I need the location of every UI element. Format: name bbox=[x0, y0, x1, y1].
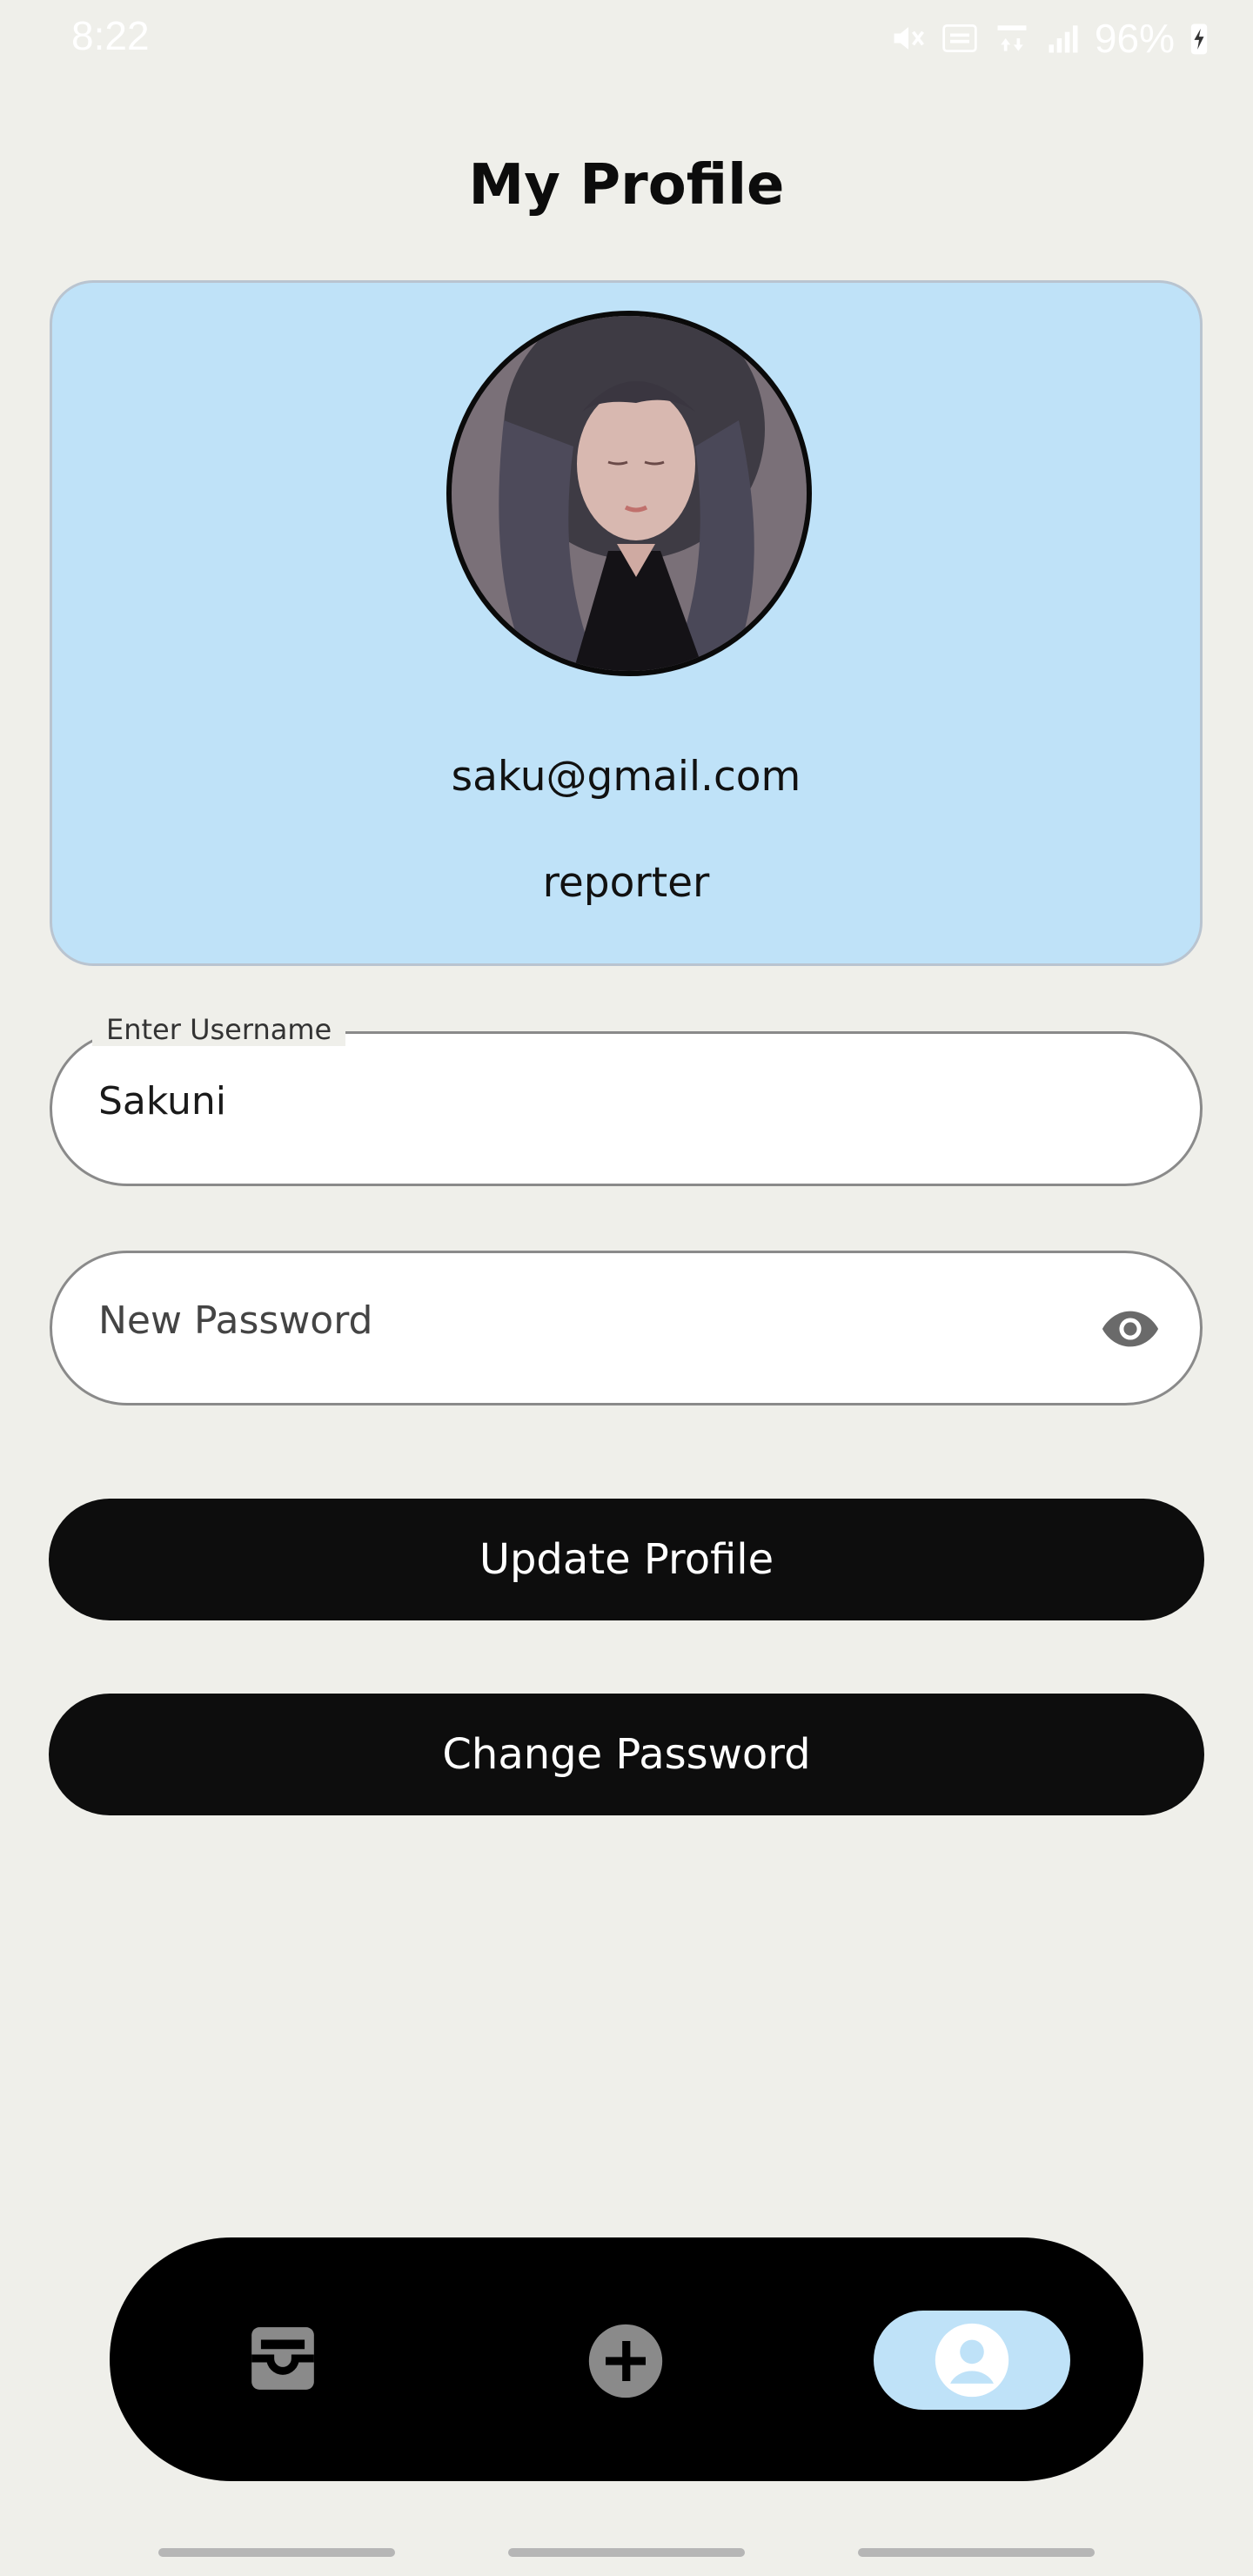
add-circle-icon[interactable] bbox=[586, 2321, 666, 2401]
page-title: My Profile bbox=[468, 153, 785, 218]
gesture-bar-left bbox=[158, 2548, 395, 2557]
battery-percent: 96% bbox=[1094, 16, 1175, 61]
username-value[interactable]: Sakuni bbox=[98, 1079, 226, 1124]
eye-icon[interactable] bbox=[1096, 1298, 1165, 1359]
nav-profile-tab[interactable] bbox=[874, 2311, 1070, 2410]
inbox-icon[interactable] bbox=[245, 2321, 320, 2396]
username-label: Enter Username bbox=[92, 1013, 346, 1046]
status-bar: 8:22 96% bbox=[0, 0, 1253, 77]
update-profile-button[interactable]: Update Profile bbox=[49, 1499, 1204, 1620]
username-field[interactable]: Enter Username Sakuni bbox=[50, 1013, 1203, 1186]
avatar[interactable] bbox=[446, 311, 812, 676]
avatar-image bbox=[452, 316, 807, 671]
password-field[interactable]: New Password bbox=[50, 1251, 1203, 1405]
change-password-button[interactable]: Change Password bbox=[49, 1694, 1204, 1815]
lte-icon bbox=[997, 25, 1027, 51]
battery-charging-icon bbox=[1190, 23, 1208, 55]
volte-icon bbox=[942, 23, 977, 53]
profile-email: saku@gmail.com bbox=[451, 753, 801, 801]
status-time: 8:22 bbox=[71, 13, 150, 58]
profile-role: reporter bbox=[542, 859, 710, 907]
profile-card: saku@gmail.com reporter bbox=[50, 280, 1203, 966]
status-icons: 96% bbox=[889, 14, 1211, 63]
bottom-nav bbox=[110, 2237, 1143, 2481]
password-placeholder: New Password bbox=[98, 1298, 373, 1343]
signal-icon bbox=[1049, 25, 1078, 53]
mute-icon bbox=[894, 27, 924, 50]
gesture-bar-right bbox=[858, 2548, 1095, 2557]
profile-icon bbox=[935, 2323, 1009, 2398]
gesture-bar-center bbox=[508, 2548, 745, 2557]
